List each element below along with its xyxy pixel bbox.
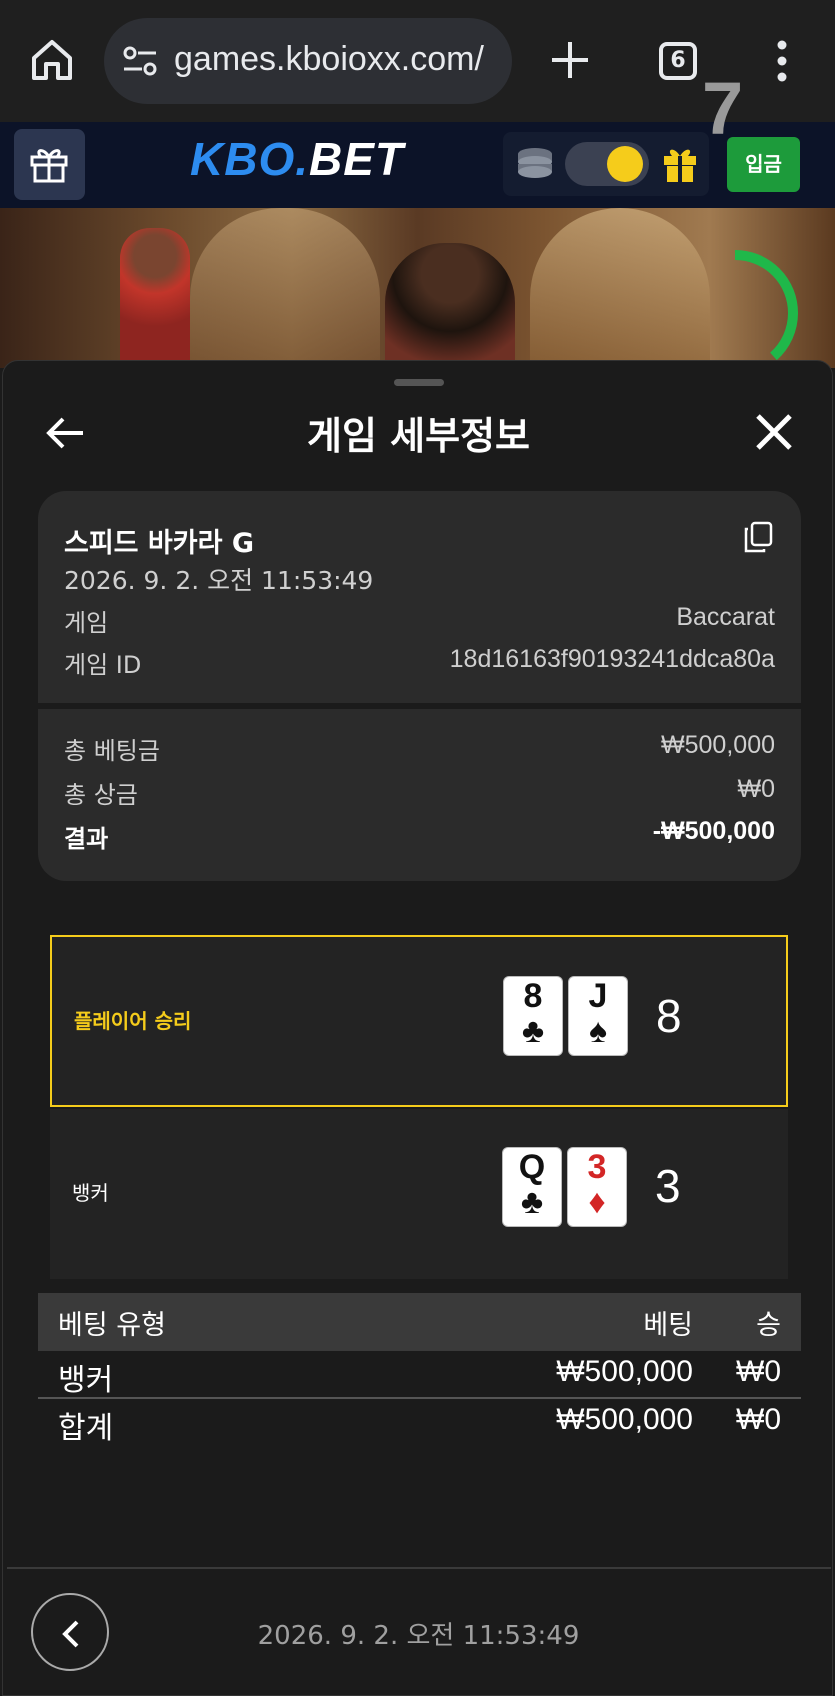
banker-outcome: 뱅커 Q ♣ 3 ♦ 3 — [50, 1109, 788, 1279]
header-win: 승 — [756, 1310, 781, 1341]
round-time: 2026. 9. 2. 오전 11:53:49 — [257, 1621, 580, 1651]
card-rank: Q — [518, 1148, 546, 1186]
footer-divider — [7, 1567, 831, 1569]
playing-card: Q ♣ — [503, 1148, 561, 1226]
promotions-button[interactable] — [14, 129, 85, 200]
bet-type-cell: 뱅커 — [58, 1364, 114, 1397]
logo-dot: . — [295, 133, 310, 185]
result-label: 결과 — [64, 825, 109, 853]
game-time: 2026. 9. 2. 오전 11:53:49 — [64, 566, 374, 595]
home-icon[interactable] — [28, 36, 76, 84]
table-total-row: 합계 ₩500,000 ₩0 — [38, 1399, 801, 1447]
card-rank: 8 — [523, 977, 543, 1015]
bet-table: 베팅 유형 베팅 승 뱅커 ₩500,000 ₩0 합계 ₩500,000 ₩0 — [38, 1293, 801, 1447]
tab-switcher-button[interactable]: 6 — [659, 42, 697, 80]
club-icon: ♣ — [521, 1013, 545, 1050]
card-rank: 3 — [587, 1148, 607, 1186]
card-rank: J — [588, 977, 608, 1015]
total-bet-label: 총 베팅금 — [64, 737, 160, 765]
spade-icon: ♠ — [588, 1013, 608, 1050]
page-title: 게임 세부정보 — [307, 414, 530, 458]
game-value: Baccarat — [676, 603, 775, 631]
total-win-value: ₩0 — [737, 775, 776, 803]
game-id-label: 게임 ID — [64, 651, 142, 679]
more-menu-icon[interactable] — [770, 40, 794, 82]
bet-amount-cell: ₩500,000 — [556, 1355, 693, 1388]
drag-handle[interactable] — [394, 379, 444, 386]
game-label: 게임 — [64, 609, 109, 637]
playing-card: J ♠ — [569, 977, 627, 1055]
player-score: 8 — [656, 990, 682, 1042]
header-bet: 베팅 — [643, 1310, 693, 1341]
win-amount-cell: ₩0 — [736, 1355, 781, 1388]
countdown-timer: 7 — [702, 67, 744, 150]
game-details-sheet: 게임 세부정보 스피드 바카라 G 2026. 9. 2. 오전 11:53:4… — [2, 360, 833, 1696]
logo-bet: BET — [309, 133, 405, 185]
background-arch — [190, 208, 380, 368]
table-header: 베팅 유형 베팅 승 — [38, 1293, 801, 1351]
banker-label: 뱅커 — [72, 1181, 109, 1205]
game-name: 스피드 바카라 G — [64, 528, 255, 559]
site-settings-icon[interactable] — [122, 45, 158, 77]
dealer-figure — [385, 243, 515, 368]
dealer-figure — [120, 228, 190, 368]
playing-card: 3 ♦ — [568, 1148, 626, 1226]
close-icon[interactable] — [755, 413, 793, 451]
live-video-feed — [0, 208, 835, 368]
copy-icon[interactable] — [743, 521, 773, 553]
total-label-cell: 합계 — [58, 1412, 114, 1445]
club-icon: ♣ — [520, 1184, 544, 1221]
total-win-label: 총 상금 — [64, 781, 138, 809]
wallet-panel — [503, 132, 709, 196]
player-label: 플레이어 승리 — [74, 1009, 192, 1033]
site-logo[interactable]: KBO.BET — [190, 132, 404, 186]
total-bet-value: ₩500,000 — [661, 731, 775, 759]
game-id-value: 18d16163f90193241ddca80a — [449, 645, 775, 673]
total-bet-cell: ₩500,000 — [556, 1403, 693, 1436]
divider — [38, 703, 801, 709]
total-win-cell: ₩0 — [736, 1403, 781, 1436]
result-value: -₩500,000 — [652, 817, 775, 845]
new-tab-icon[interactable] — [550, 40, 590, 80]
table-row: 뱅커 ₩500,000 ₩0 — [38, 1351, 801, 1399]
playing-card: 8 ♣ — [504, 977, 562, 1055]
coins-icon[interactable] — [515, 146, 555, 182]
address-bar[interactable]: games.kboioxx.com/ — [104, 18, 512, 104]
balance-toggle[interactable] — [565, 142, 649, 186]
header-bet-type: 베팅 유형 — [58, 1310, 166, 1341]
diamond-icon: ♦ — [588, 1184, 606, 1221]
countdown-ring-icon — [672, 250, 798, 368]
player-outcome: 플레이어 승리 8 ♣ J ♠ 8 — [50, 935, 788, 1107]
game-info-card: 스피드 바카라 G 2026. 9. 2. 오전 11:53:49 게임 Bac… — [38, 491, 801, 881]
toggle-knob — [607, 146, 643, 182]
logo-kbo: KBO — [190, 133, 296, 185]
gift-icon[interactable] — [661, 144, 699, 184]
banker-score: 3 — [655, 1160, 681, 1212]
url-text[interactable]: games.kboioxx.com/ — [174, 40, 484, 79]
gift-box-icon — [30, 149, 68, 183]
